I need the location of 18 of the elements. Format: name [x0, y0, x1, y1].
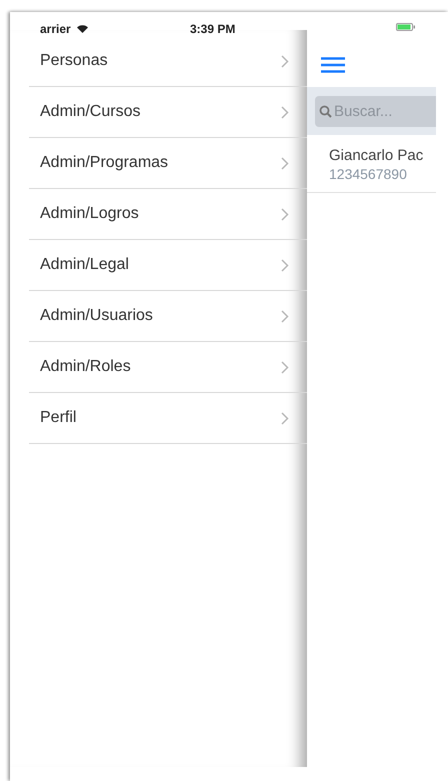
contact-name: Giancarlo Pac: [329, 147, 424, 164]
chevron-icon: [281, 258, 289, 272]
chevron-icon: [281, 54, 289, 68]
search-icon: [319, 105, 332, 118]
chevron-icon: [281, 310, 289, 322]
search-field[interactable]: Buscar...: [315, 96, 436, 127]
contact-phone: 1234567890: [329, 166, 408, 182]
chevron-icon: [281, 106, 289, 118]
contact-row[interactable]: Giancarlo Pac 1234567890: [307, 135, 436, 193]
chevron-icon: [281, 360, 289, 374]
chevron-icon: [281, 412, 289, 424]
chevron-icon: [281, 208, 289, 220]
menu-icon[interactable]: [321, 56, 345, 72]
wifi-icon: [76, 25, 88, 33]
battery-icon: [396, 23, 416, 31]
time-label: 3:39 PM: [190, 22, 236, 36]
chevron-icon: [281, 156, 289, 170]
carrier-label: arrier: [40, 22, 71, 36]
